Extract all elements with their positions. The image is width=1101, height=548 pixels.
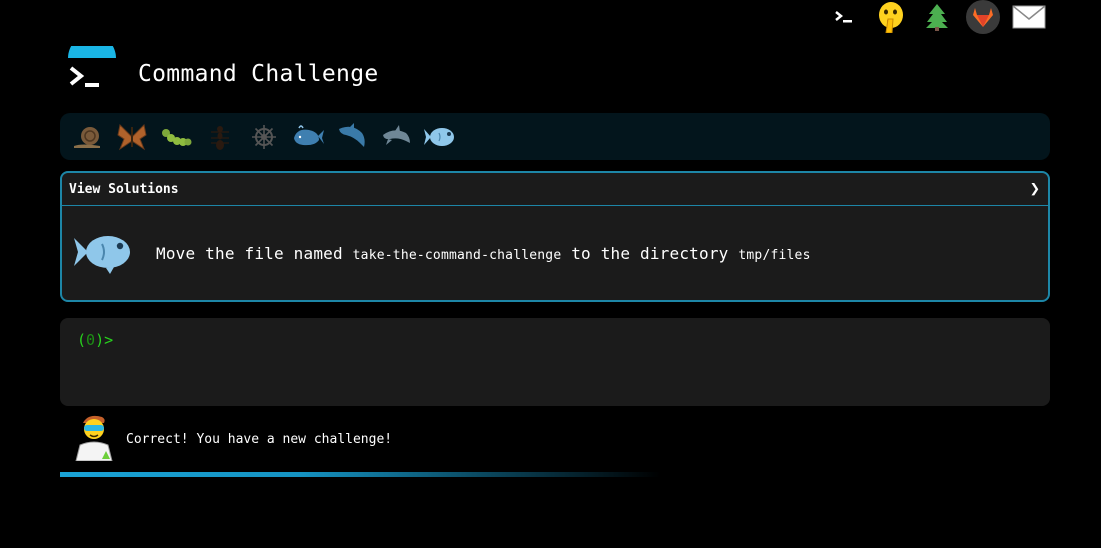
- level-butterfly-icon[interactable]: [110, 117, 154, 157]
- view-solutions-label: View Solutions: [69, 181, 179, 197]
- level-whale-icon[interactable]: [286, 117, 330, 157]
- fish-icon: [72, 228, 134, 280]
- terminal-icon[interactable]: [827, 0, 863, 34]
- page-title: Command Challenge: [138, 61, 379, 87]
- top-nav: [827, 0, 1047, 34]
- evergreen-tree-icon[interactable]: [919, 0, 955, 34]
- level-ant-icon[interactable]: [198, 117, 242, 157]
- challenge-text-part1: Move the file named: [156, 244, 353, 263]
- envelope-icon[interactable]: [1011, 0, 1047, 34]
- terminal-input[interactable]: (0)>: [60, 318, 1050, 406]
- level-bar: [60, 113, 1050, 160]
- scientist-avatar-icon: [74, 413, 116, 465]
- level-fish-icon[interactable]: [418, 117, 462, 157]
- challenge-text-part2: to the directory: [561, 244, 739, 263]
- level-dolphin-icon[interactable]: [330, 117, 374, 157]
- terminal-prompt: (0)>: [77, 331, 113, 349]
- prompt-open: (: [77, 331, 87, 349]
- challenge-filename: take-the-command-challenge: [352, 248, 562, 263]
- progress-bar: [60, 472, 660, 477]
- page-header: Command Challenge: [64, 34, 379, 102]
- level-ships-wheel-icon[interactable]: [242, 117, 286, 157]
- challenge-directory: tmp/files: [738, 248, 811, 263]
- prompt-close: )>: [95, 331, 114, 349]
- prompt-count: 0: [86, 331, 96, 349]
- shushing-face-icon[interactable]: [873, 0, 909, 34]
- view-solutions-toggle[interactable]: View Solutions ❯: [62, 173, 1048, 206]
- challenge-panel: View Solutions ❯ Move the file named tak…: [60, 171, 1050, 302]
- level-snail-icon[interactable]: [66, 117, 110, 157]
- level-dolphin-icon-2[interactable]: [374, 117, 418, 157]
- status-message-row: Correct! You have a new challenge!: [74, 413, 392, 465]
- gitlab-icon[interactable]: [965, 0, 1001, 34]
- chevron-right-icon[interactable]: ❯: [1030, 179, 1040, 199]
- challenge-body: Move the file named take-the-command-cha…: [62, 206, 1048, 301]
- terminal-logo-icon[interactable]: [64, 34, 120, 102]
- status-message: Correct! You have a new challenge!: [126, 431, 393, 447]
- challenge-text: Move the file named take-the-command-cha…: [156, 244, 811, 263]
- level-caterpillar-icon[interactable]: [154, 117, 198, 157]
